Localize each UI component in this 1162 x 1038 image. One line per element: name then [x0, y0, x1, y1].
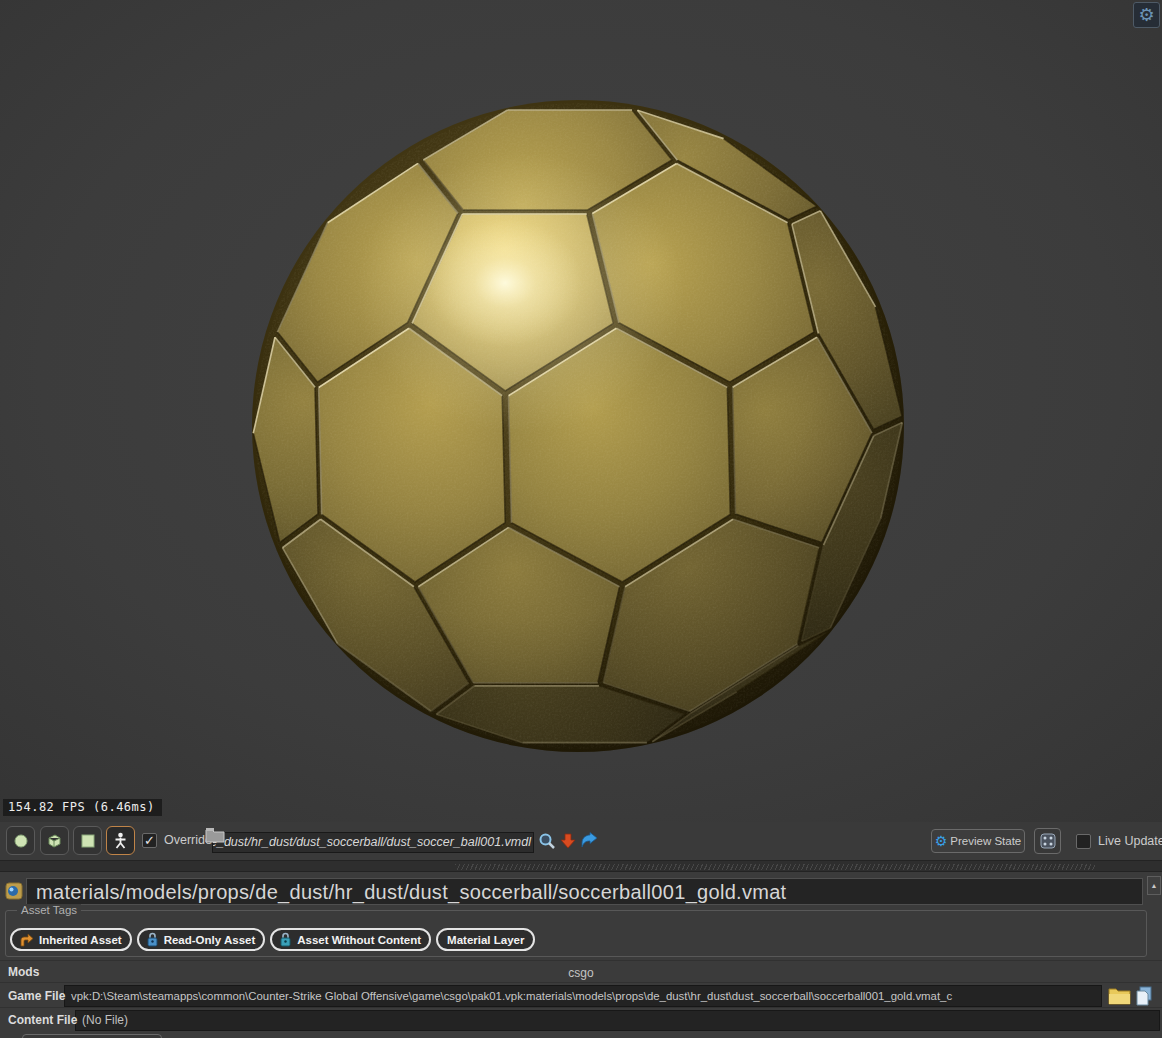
- open-game-file-folder-icon[interactable]: [1108, 986, 1131, 1005]
- dice-icon: [1040, 833, 1056, 849]
- sphere-icon: [13, 833, 29, 849]
- live-update-label: Live Update: [1098, 834, 1162, 848]
- live-update-checkbox[interactable]: [1076, 834, 1091, 849]
- preview-state-gear-icon: ⚙: [935, 833, 948, 849]
- plane-icon: [80, 833, 96, 849]
- tag-read-only-asset[interactable]: Read-Only Asset: [137, 928, 266, 951]
- asset-info-panel: materials/models/props/de_dust/hr_dust/d…: [0, 872, 1162, 1038]
- preview-state-button[interactable]: ⚙ Preview State: [931, 829, 1025, 853]
- panel-splitter[interactable]: [0, 860, 1162, 872]
- row-divider: [0, 960, 1162, 961]
- inspect-model-icon[interactable]: [538, 832, 556, 850]
- tag-inherited-asset[interactable]: Inherited Asset: [10, 928, 132, 951]
- sphere-preview-button[interactable]: [6, 826, 35, 855]
- inherited-asset-icon: [19, 933, 34, 947]
- 3d-viewport[interactable]: 154.82 FPS (6.46ms) ⚙: [0, 0, 1162, 822]
- content-file-field[interactable]: (No File): [75, 1010, 1160, 1031]
- asset-path-field[interactable]: materials/models/props/de_dust/hr_dust/d…: [26, 878, 1143, 905]
- goto-arrow-icon[interactable]: [580, 832, 599, 850]
- plane-preview-button[interactable]: [73, 826, 102, 855]
- gear-icon: ⚙: [1138, 5, 1154, 25]
- material-preview-ball: [0, 0, 1162, 822]
- random-preview-button[interactable]: [1034, 828, 1061, 854]
- mods-label: Mods: [8, 965, 39, 979]
- read-only-lock-icon: [146, 932, 159, 947]
- asset-tags-group: Asset Tags Inherited Asset Read-Only Ass…: [5, 910, 1147, 957]
- tag-asset-without-content[interactable]: Asset Without Content: [270, 928, 431, 951]
- browse-model-folder-icon[interactable]: [205, 826, 225, 843]
- asset-tags-label: Asset Tags: [17, 904, 81, 916]
- model-figure-icon: [113, 832, 128, 850]
- game-file-field[interactable]: vpk:D:\Steam\steamapps\common\Counter-St…: [64, 985, 1102, 1007]
- no-content-lock-icon: [279, 932, 292, 947]
- row-divider: [0, 982, 1162, 983]
- copy-game-file-path-icon[interactable]: [1135, 986, 1154, 1006]
- row-divider: [0, 1007, 1162, 1008]
- model-path-input[interactable]: models/props/de_dust/hr_dust/dust_soccer…: [212, 832, 534, 853]
- import-arrow-icon[interactable]: [559, 832, 577, 850]
- material-asset-icon: [5, 882, 23, 900]
- override-checkbox[interactable]: ✓: [142, 833, 157, 848]
- tag-material-layer[interactable]: Material Layer: [436, 928, 535, 951]
- mods-value: csgo: [0, 966, 1162, 980]
- cube-preview-button[interactable]: [40, 826, 69, 855]
- model-preview-button[interactable]: [106, 826, 135, 855]
- content-file-label: Content File: [8, 1013, 77, 1027]
- viewport-settings-button[interactable]: ⚙: [1133, 2, 1160, 28]
- scroll-up-button[interactable]: ▲: [1147, 876, 1161, 895]
- cube-icon: [46, 832, 63, 849]
- preview-toolbar: ✓ Override models/props/de_dust/hr_dust/…: [0, 822, 1162, 860]
- game-file-label: Game File: [8, 989, 65, 1003]
- splitter-grip[interactable]: [455, 864, 1095, 870]
- partial-button[interactable]: [22, 1034, 162, 1038]
- fps-counter: 154.82 FPS (6.46ms): [3, 799, 162, 816]
